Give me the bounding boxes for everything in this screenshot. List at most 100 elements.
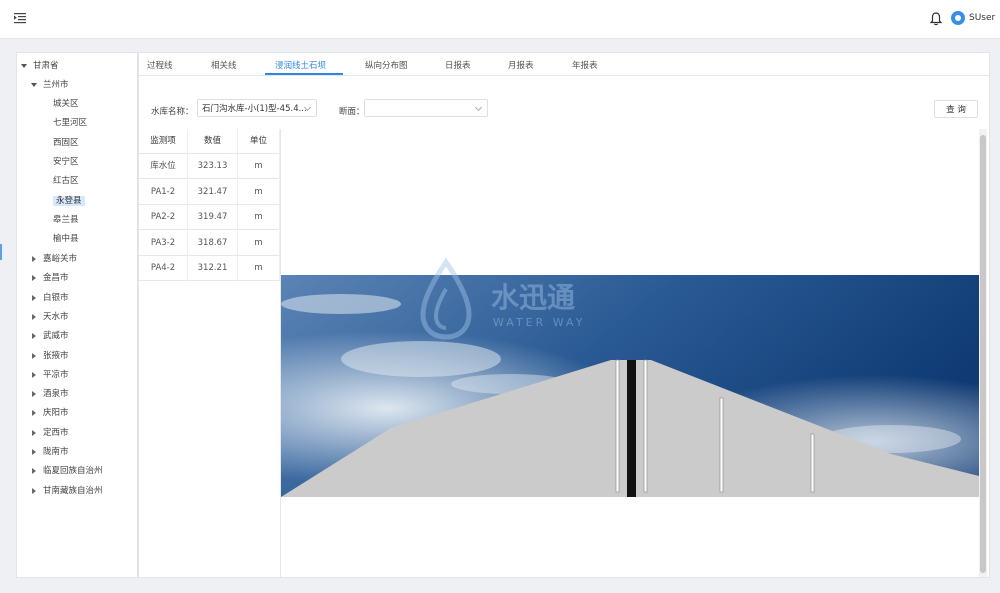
tree-node-label: 榆中县 bbox=[53, 234, 79, 245]
user-avatar[interactable] bbox=[951, 11, 965, 25]
caret-down-icon[interactable] bbox=[21, 64, 27, 68]
tree-node-city[interactable]: 金昌市 bbox=[31, 271, 69, 285]
tree-node-label: 金昌市 bbox=[43, 273, 69, 284]
reservoir-select-value: 石门沟水库-小(1)型-45.4... bbox=[202, 104, 307, 114]
dam-core-wall bbox=[627, 360, 636, 497]
seepage-line-canvas: 水迅通 WATER WAY bbox=[281, 129, 979, 577]
caret-right-icon[interactable] bbox=[32, 391, 36, 398]
tab-1[interactable]: 相关线 bbox=[211, 59, 237, 71]
table-cell: PA3-2 bbox=[139, 230, 188, 256]
caret-right-icon[interactable] bbox=[32, 468, 36, 475]
caret-right-icon[interactable] bbox=[32, 449, 36, 455]
tree-node-district[interactable]: 皋兰县 bbox=[53, 213, 79, 227]
tree-node-district[interactable]: 七里河区 bbox=[53, 116, 87, 130]
monitoring-table: 监测项 数值 单位 库水位 323.13 m PA1-2 321.47 m PA2-2 319.47… bbox=[139, 129, 281, 577]
table-cell: 319.47 bbox=[188, 205, 238, 231]
tree-node-city[interactable]: 张掖市 bbox=[31, 349, 69, 363]
tree-node-label: 酒泉市 bbox=[43, 389, 69, 400]
table-cell: PA4-2 bbox=[139, 256, 188, 282]
tree-node-city[interactable]: 武威市 bbox=[31, 329, 69, 343]
table-header-cell: 监测项 bbox=[139, 129, 188, 154]
tree-node-district[interactable]: 红古区 bbox=[53, 174, 79, 188]
region-tree: 甘肃省 兰州市 城关区七里河区西固区安宁区红古区永登县皋兰县榆中县 嘉峪关市金昌… bbox=[16, 52, 138, 578]
reservoir-label: 水库名称： bbox=[151, 107, 194, 117]
tab-6[interactable]: 年报表 bbox=[572, 59, 598, 71]
tree-node-label: 皋兰县 bbox=[53, 214, 79, 225]
caret-right-icon[interactable] bbox=[32, 487, 36, 494]
tree-node-city[interactable]: 嘉峪关市 bbox=[31, 252, 77, 266]
table-cell: PA1-2 bbox=[139, 179, 188, 205]
caret-right-icon[interactable] bbox=[32, 429, 36, 436]
caret-right-icon[interactable] bbox=[32, 352, 36, 359]
query-button[interactable]: 查 询 bbox=[934, 100, 978, 118]
tree-node-city[interactable]: 天水市 bbox=[31, 310, 69, 324]
tree-node-city[interactable]: 甘南藏族自治州 bbox=[31, 484, 103, 498]
tab-5[interactable]: 月报表 bbox=[508, 59, 534, 71]
vertical-scrollbar[interactable] bbox=[979, 129, 987, 577]
tree-node-city[interactable]: 庆阳市 bbox=[31, 406, 69, 420]
section-label: 断面： bbox=[339, 107, 365, 117]
tree-node-city[interactable]: 白银市 bbox=[31, 291, 69, 305]
caret-right-icon[interactable] bbox=[32, 333, 36, 340]
tree-node-province[interactable]: 甘肃省 bbox=[21, 59, 59, 73]
tree-node-district[interactable]: 城关区 bbox=[53, 97, 79, 111]
tree-node-district[interactable]: 安宁区 bbox=[53, 155, 79, 169]
tree-node-label: 庆阳市 bbox=[43, 408, 69, 419]
bell-icon[interactable] bbox=[930, 12, 942, 26]
caret-right-icon[interactable] bbox=[32, 294, 36, 301]
caret-right-icon[interactable] bbox=[32, 275, 36, 282]
table-cell: m bbox=[238, 154, 280, 179]
tree-node-city[interactable]: 平凉市 bbox=[31, 368, 69, 382]
piezometer-tube bbox=[719, 397, 724, 493]
tree-node-district[interactable]: 榆中县 bbox=[53, 232, 79, 246]
piezometer-tube bbox=[615, 359, 620, 493]
active-tab-indicator bbox=[265, 73, 343, 75]
tree-node-label: 张掖市 bbox=[43, 350, 69, 361]
tree-node-label: 平凉市 bbox=[43, 369, 69, 380]
table-cell: 323.13 bbox=[188, 154, 238, 179]
table-cell: 库水位 bbox=[139, 154, 188, 179]
tree-node-district[interactable]: 西固区 bbox=[53, 136, 79, 150]
watermark-text-en: WATER WAY bbox=[493, 316, 585, 329]
tree-node-city[interactable]: 定西市 bbox=[31, 426, 69, 440]
piezometer-tube bbox=[643, 359, 648, 493]
caret-right-icon[interactable] bbox=[32, 371, 36, 378]
tab-bar: 过程线 相关线 浸润线土石坝 纵向分布图 日报表 月报表 年报表 bbox=[139, 53, 989, 76]
table-header-cell: 单位 bbox=[238, 129, 280, 154]
table-cell: m bbox=[238, 230, 280, 256]
tree-node-label: 武威市 bbox=[43, 331, 69, 342]
tree-node-label: 红古区 bbox=[53, 176, 79, 187]
tab-4[interactable]: 日报表 bbox=[445, 59, 471, 71]
username[interactable]: SUser bbox=[969, 13, 995, 23]
collapse-handle[interactable] bbox=[0, 244, 2, 260]
caret-down-icon[interactable] bbox=[31, 83, 37, 87]
tab-0[interactable]: 过程线 bbox=[147, 59, 173, 71]
tree-node-city[interactable]: 兰州市 bbox=[31, 78, 69, 92]
main-panel: 过程线 相关线 浸润线土石坝 纵向分布图 日报表 月报表 年报表 水库名称： 石门沟水库-小… bbox=[138, 52, 990, 578]
reservoir-select[interactable]: 石门沟水库-小(1)型-45.4... bbox=[197, 99, 317, 117]
chevron-down-icon bbox=[474, 103, 483, 112]
tree-node-city[interactable]: 陇南市 bbox=[31, 445, 69, 459]
caret-right-icon[interactable] bbox=[32, 313, 36, 320]
table-cell: m bbox=[238, 205, 280, 231]
section-select[interactable] bbox=[364, 99, 488, 117]
tree-node-label: 永登县 bbox=[53, 195, 85, 206]
tab-2[interactable]: 浸润线土石坝 bbox=[275, 59, 326, 71]
table-cell: m bbox=[238, 179, 280, 205]
menu-fold-icon[interactable] bbox=[14, 12, 26, 24]
tree-node-label: 安宁区 bbox=[53, 156, 79, 167]
piezometer-tube bbox=[810, 433, 815, 493]
tree-node-city[interactable]: 酒泉市 bbox=[31, 387, 69, 401]
tree-node-label: 甘肃省 bbox=[33, 61, 59, 71]
tab-3[interactable]: 纵向分布图 bbox=[365, 59, 408, 71]
tree-node-district[interactable]: 永登县 bbox=[53, 194, 85, 208]
caret-right-icon[interactable] bbox=[32, 410, 36, 417]
tree-node-label: 西固区 bbox=[53, 137, 79, 148]
scrollbar-thumb[interactable] bbox=[980, 135, 986, 573]
caret-right-icon[interactable] bbox=[32, 256, 36, 262]
tree-node-city[interactable]: 临夏回族自治州 bbox=[31, 464, 103, 478]
tree-node-label: 临夏回族自治州 bbox=[43, 466, 103, 477]
top-bar: SUser bbox=[0, 0, 1000, 39]
table-cell: 318.67 bbox=[188, 230, 238, 256]
tree-node-label: 城关区 bbox=[53, 99, 79, 109]
